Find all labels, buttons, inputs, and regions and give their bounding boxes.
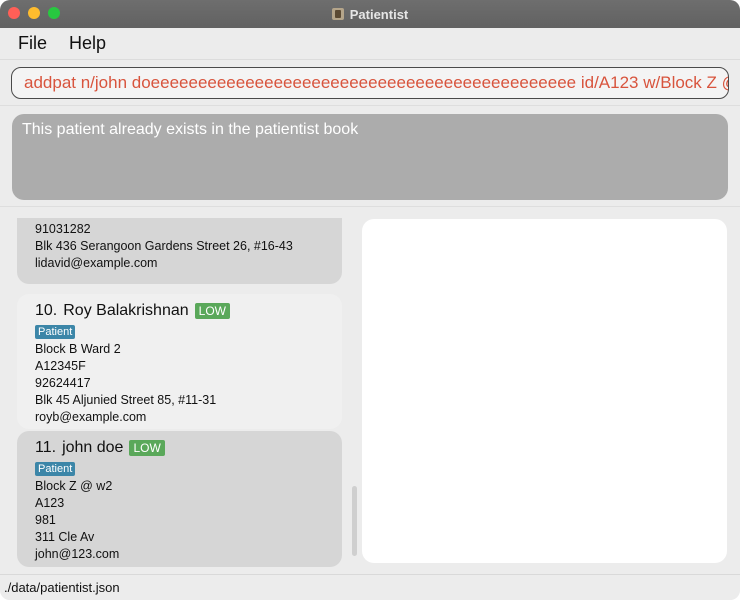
command-box-area: addpat n/john doeeeeeeeeeeeeeeeeeeeeeeee… <box>0 60 740 106</box>
risk-badge: LOW <box>194 303 230 319</box>
title-bar: Patientist <box>0 0 740 28</box>
patient-detail-panel <box>362 219 727 563</box>
patient-index: 11. <box>35 439 57 456</box>
patient-list[interactable]: A12345D 91031282 Blk 436 Serangoon Garde… <box>16 218 342 568</box>
menu-help[interactable]: Help <box>69 33 106 54</box>
menu-file[interactable]: File <box>18 33 47 54</box>
close-window-button[interactable] <box>8 7 20 19</box>
patient-email: john@123.com <box>35 547 120 561</box>
patient-card-header: 10. Roy Balakrishnan LOW <box>35 300 332 322</box>
patient-ward: Block Z @ w2 <box>35 479 113 493</box>
patient-phone: 91031282 <box>35 222 91 236</box>
patient-card[interactable]: 10. Roy Balakrishnan LOW Patient Block B… <box>17 294 342 429</box>
app-window: Patientist File Help addpat n/john doeee… <box>0 0 740 600</box>
patient-ward: Block B Ward 2 <box>35 342 121 356</box>
result-display: This patient already exists in the patie… <box>12 114 728 200</box>
patient-tag: Patient <box>35 462 76 476</box>
main-content: A12345D 91031282 Blk 436 Serangoon Garde… <box>0 208 740 574</box>
window-controls <box>8 7 60 19</box>
risk-badge: LOW <box>129 440 165 456</box>
data-file-path: ./data/patientist.json <box>4 580 120 595</box>
command-input[interactable]: addpat n/john doeeeeeeeeeeeeeeeeeeeeeeee… <box>11 67 729 99</box>
patient-email: royb@example.com <box>35 410 147 424</box>
patient-address: 311 Cle Av <box>35 530 95 544</box>
patient-id: A123 <box>35 496 65 510</box>
app-icon <box>331 8 344 20</box>
patient-id: A12345F <box>35 359 86 373</box>
patient-name: Roy Balakrishnan <box>63 302 189 319</box>
patient-card-header: 11. john doe LOW <box>35 437 332 459</box>
patient-index: 10. <box>35 302 58 319</box>
patient-phone: 981 <box>35 513 56 527</box>
window-title-group: Patientist <box>331 6 409 22</box>
result-message: This patient already exists in the patie… <box>22 121 359 138</box>
minimize-window-button[interactable] <box>28 7 40 19</box>
maximize-window-button[interactable] <box>48 7 60 19</box>
patient-phone: 92624417 <box>35 376 91 390</box>
patient-name: john doe <box>62 439 124 456</box>
menu-bar: File Help <box>0 28 740 60</box>
patient-list-scrollbar[interactable] <box>352 486 357 556</box>
status-bar: ./data/patientist.json <box>0 574 740 600</box>
patient-email: lidavid@example.com <box>35 256 158 270</box>
patient-card[interactable]: 11. john doe LOW Patient Block Z @ w2 A1… <box>17 431 342 567</box>
window-title: Patientist <box>349 6 409 22</box>
patient-tag: Patient <box>35 325 76 339</box>
patient-card[interactable]: A12345D 91031282 Blk 436 Serangoon Garde… <box>17 218 342 284</box>
patient-address: Blk 45 Aljunied Street 85, #11-31 <box>35 393 217 407</box>
patient-address: Blk 436 Serangoon Gardens Street 26, #16… <box>35 239 293 253</box>
result-display-area: This patient already exists in the patie… <box>0 107 740 207</box>
